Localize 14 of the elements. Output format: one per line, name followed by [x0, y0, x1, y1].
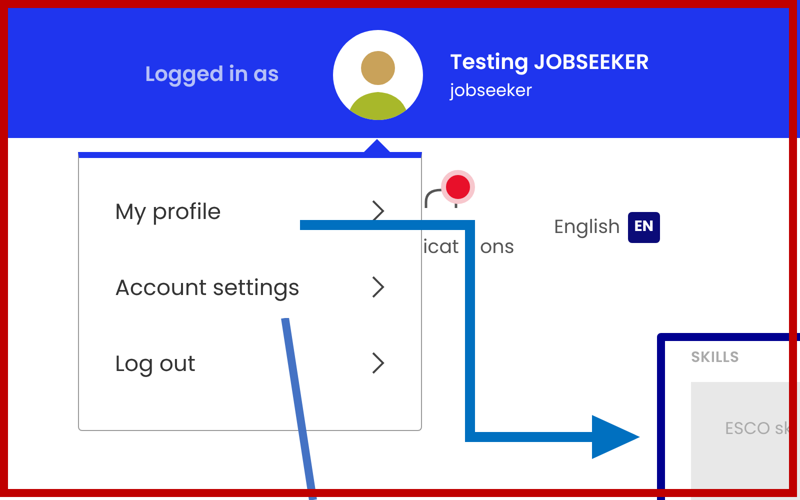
logged-in-label: Logged in as: [145, 59, 280, 91]
menu-item[interactable]: My profile: [115, 188, 385, 234]
username: jobseeker: [450, 78, 534, 104]
notifications-label[interactable]: ons: [480, 233, 514, 262]
notifications-label[interactable]: icat: [423, 233, 464, 262]
chevron-right-icon: [371, 199, 385, 223]
user-name: Testing JOBSEEKER: [450, 46, 650, 78]
chevron-right-icon: [371, 351, 385, 375]
language-label[interactable]: English: [554, 213, 620, 242]
menu-item[interactable]: Account settings: [115, 264, 385, 310]
language-badge[interactable]: EN: [628, 212, 660, 242]
menu-item[interactable]: Log out: [115, 340, 385, 386]
chevron-right-icon: [371, 275, 385, 299]
section-title: SKILLS: [691, 347, 740, 370]
